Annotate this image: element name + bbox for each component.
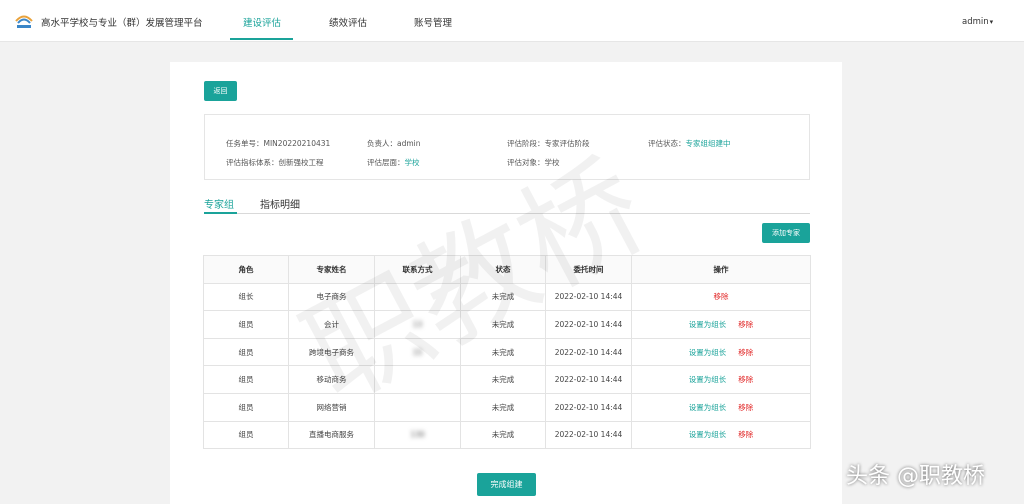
status-cell: 未完成 — [460, 365, 546, 394]
back-button[interactable]: 返回 — [204, 81, 237, 101]
set-leader-link[interactable]: 设置为组长 — [689, 430, 727, 439]
remove-link[interactable]: 移除 — [738, 348, 753, 357]
nav-account-management[interactable]: 账号管理 — [414, 15, 452, 29]
status-value: 专家组组建中 — [685, 139, 731, 148]
set-leader-link[interactable]: 设置为组长 — [689, 320, 727, 329]
actions-cell: 设置为组长 移除 — [631, 310, 811, 339]
actions-cell: 设置为组长 移除 — [631, 420, 811, 450]
nav-performance-evaluation[interactable]: 绩效评估 — [329, 15, 367, 29]
remove-link[interactable]: 移除 — [714, 292, 729, 301]
remove-link[interactable]: 移除 — [738, 320, 753, 329]
user-name: admin — [962, 17, 989, 27]
nav-active-indicator — [230, 38, 293, 40]
time-cell: 2022-02-10 14:44 — [545, 365, 632, 394]
remove-link[interactable]: 移除 — [738, 375, 753, 384]
time-cell: 2022-02-10 14:44 — [545, 337, 632, 367]
chevron-down-icon: ▾ — [989, 18, 994, 26]
index-system-field: 评估指标体系：创新强校工程 — [226, 158, 324, 167]
set-leader-link[interactable]: 设置为组长 — [689, 403, 727, 412]
contact-cell: 130 — [374, 420, 461, 450]
tab-active-indicator — [204, 212, 237, 214]
level-value: 学校 — [404, 158, 420, 167]
time-cell: 2022-02-10 14:44 — [545, 420, 632, 450]
corner-watermark: 头条 @职教桥 — [846, 464, 985, 489]
nav-build-evaluation[interactable]: 建设评估 — [243, 15, 281, 29]
role-cell: 组员 — [203, 365, 289, 394]
task-number-field: 任务单号：MIN20220210431 — [226, 139, 331, 148]
status-cell: 未完成 — [460, 420, 546, 450]
table-row: 组员 直播电商服务 130 未完成 2022-02-10 14:44 设置为组长… — [203, 420, 811, 450]
actions-cell: 设置为组长 移除 — [631, 337, 811, 367]
platform-title: 高水平学校与专业（群）发展管理平台 — [41, 18, 203, 29]
remove-link[interactable]: 移除 — [738, 430, 753, 439]
logo-icon — [15, 15, 33, 28]
actions-cell: 设置为组长 移除 — [631, 365, 811, 394]
role-cell: 组员 — [203, 337, 289, 367]
set-leader-link[interactable]: 设置为组长 — [689, 375, 727, 384]
status-cell: 未完成 — [460, 392, 546, 422]
role-cell: 组员 — [203, 420, 289, 450]
time-cell: 2022-02-10 14:44 — [545, 392, 632, 422]
owner-field: 负责人：admin — [367, 139, 421, 148]
table-row: 组员 移动商务 未完成 2022-02-10 14:44 设置为组长 移除 — [203, 365, 811, 394]
user-menu[interactable]: admin▾ — [962, 17, 993, 27]
tab-index-detail[interactable]: 指标明细 — [260, 196, 300, 211]
status-field: 评估状态：专家组组建中 — [648, 139, 731, 148]
role-cell: 组员 — [203, 310, 289, 339]
actions-cell: 设置为组长 移除 — [631, 392, 811, 422]
remove-link[interactable]: 移除 — [738, 403, 753, 412]
tab-expert-group[interactable]: 专家组 — [204, 196, 234, 211]
role-cell: 组员 — [203, 392, 289, 422]
finish-group-button[interactable]: 完成组建 — [477, 473, 536, 496]
contact-value-blurred: 130 — [410, 430, 425, 440]
top-nav-bar: 高水平学校与专业（群）发展管理平台 建设评估 绩效评估 账号管理 admin▾ — [0, 0, 1024, 42]
level-field: 评估层面：学校 — [367, 158, 420, 167]
table-row: 组员 网络营销 未完成 2022-02-10 14:44 设置为组长 移除 — [203, 392, 811, 422]
set-leader-link[interactable]: 设置为组长 — [689, 348, 727, 357]
actions-cell: 移除 — [631, 282, 811, 312]
add-expert-button[interactable]: 添加专家 — [762, 223, 810, 243]
